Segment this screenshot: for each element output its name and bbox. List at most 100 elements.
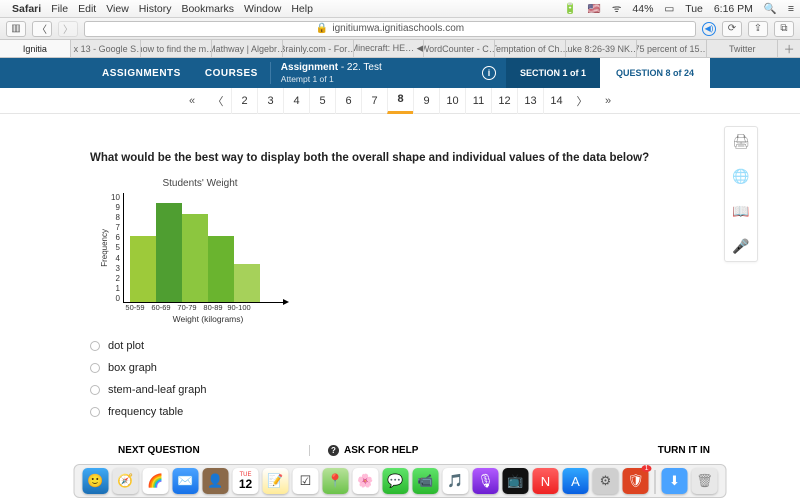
dock-podcasts-icon[interactable]: 🎙 — [473, 468, 499, 494]
print-icon[interactable]: 🖨 — [732, 133, 750, 150]
dock-appstore-icon[interactable]: A — [563, 468, 589, 494]
battery-pct: 44% — [632, 3, 653, 15]
page-next-icon[interactable]: 〉 — [569, 93, 595, 109]
next-question-button[interactable]: NEXT QUESTION — [0, 445, 309, 456]
page-number[interactable]: 13 — [517, 88, 543, 114]
dock-news-icon[interactable]: N — [533, 468, 559, 494]
dock-reminders-icon[interactable]: ☑︎ — [293, 468, 319, 494]
browser-tab[interactable]: Brainly.com - For… — [283, 40, 354, 57]
chart-bar — [156, 203, 182, 302]
dock-mail-icon[interactable]: ✉️ — [173, 468, 199, 494]
dock-safari-icon[interactable]: 🧭 — [113, 468, 139, 494]
menubar-app[interactable]: Safari — [12, 3, 41, 15]
answer-option[interactable]: frequency table — [90, 406, 710, 418]
dock-chrome-icon[interactable]: 🌈 — [143, 468, 169, 494]
page-first-icon[interactable]: « — [179, 95, 205, 107]
nav-assignments[interactable]: ASSIGNMENTS — [90, 68, 193, 79]
menu-edit[interactable]: Edit — [78, 3, 96, 15]
page-number-active[interactable]: 8 — [387, 88, 413, 114]
reference-icon[interactable]: 📖 — [732, 203, 749, 220]
sidebar-toggle-button[interactable]: ▥ — [6, 21, 26, 37]
browser-tab[interactable]: how to find the m… — [141, 40, 212, 57]
browser-tab[interactable]: 7 x 13 - Google S… — [71, 40, 142, 57]
dock-trash-icon[interactable]: 🗑 — [692, 468, 718, 494]
mac-dock: 🙂 🧭 🌈 ✉️ 👤 TUE12 📝 ☑︎ 📍 🌸 💬 📹 🎵 🎙 📺 N A … — [74, 464, 727, 498]
browser-tab[interactable]: Luke 8:26-39 NK… — [566, 40, 637, 57]
side-toolbox: 🖨 🌐 📖 🎤 — [724, 126, 758, 262]
turn-in-button[interactable]: TURN IT IN — [519, 445, 800, 456]
page-number[interactable]: 6 — [335, 88, 361, 114]
page-prev-icon[interactable]: 〈 — [205, 93, 231, 109]
page-number[interactable]: 10 — [439, 88, 465, 114]
page-number[interactable]: 4 — [283, 88, 309, 114]
answer-option[interactable]: stem-and-leaf graph — [90, 384, 710, 396]
reload-button[interactable]: ⟳ — [722, 21, 742, 37]
search-icon[interactable]: 🔍 — [764, 3, 777, 15]
new-tab-button[interactable]: ＋ — [778, 40, 800, 57]
dock-settings-icon[interactable]: ⚙︎ — [593, 468, 619, 494]
url-bar[interactable]: 🔒 ignitiumwa.ignitiaschools.com — [84, 21, 696, 37]
dock-notes-icon[interactable]: 📝 — [263, 468, 289, 494]
dock-photos-icon[interactable]: 🌸 — [353, 468, 379, 494]
globe-icon[interactable]: 🌐 — [732, 168, 749, 185]
page-number[interactable]: 11 — [465, 88, 491, 114]
reader-audio-icon[interactable]: ◀︎) — [702, 22, 716, 36]
dock-maps-icon[interactable]: 📍 — [323, 468, 349, 494]
chart-bar — [130, 236, 156, 302]
menu-bookmarks[interactable]: Bookmarks — [181, 3, 234, 15]
dock-contacts-icon[interactable]: 👤 — [203, 468, 229, 494]
browser-tab[interactable]: Temptation of Ch… — [495, 40, 566, 57]
dock-downloads-icon[interactable]: ⬇︎ — [662, 468, 688, 494]
browser-tab[interactable]: Mathway | Algebr… — [212, 40, 283, 57]
page-number[interactable]: 12 — [491, 88, 517, 114]
page-number[interactable]: 14 — [543, 88, 569, 114]
dock-finder-icon[interactable]: 🙂 — [83, 468, 109, 494]
share-button[interactable]: ⇪ — [748, 21, 768, 37]
tabs-button[interactable]: ⧉ — [774, 21, 794, 37]
dock-facetime-icon[interactable]: 📹 — [413, 468, 439, 494]
menu-extra-icon[interactable]: ≡ — [788, 3, 794, 15]
menu-help[interactable]: Help — [291, 3, 313, 15]
page-number[interactable]: 3 — [257, 88, 283, 114]
radio-icon[interactable] — [90, 341, 100, 351]
menu-view[interactable]: View — [106, 3, 129, 15]
chart-bar — [234, 264, 260, 303]
browser-tab[interactable]: WordCounter - C… — [424, 40, 495, 57]
page-number[interactable]: 5 — [309, 88, 335, 114]
dock-itunes-icon[interactable]: 🎵 — [443, 468, 469, 494]
option-label: dot plot — [108, 340, 144, 352]
clock-day: Tue — [685, 3, 703, 15]
radio-icon[interactable] — [90, 407, 100, 417]
question-mark-icon: ? — [328, 445, 339, 456]
radio-icon[interactable] — [90, 363, 100, 373]
info-icon[interactable]: i — [482, 66, 496, 80]
page-number[interactable]: 9 — [413, 88, 439, 114]
answer-option[interactable]: dot plot — [90, 340, 710, 352]
page-last-icon[interactable]: » — [595, 95, 621, 107]
browser-tab[interactable]: Twitter — [707, 40, 778, 57]
question-indicator[interactable]: QUESTION 8 of 24 — [600, 58, 710, 88]
dock-messages-icon[interactable]: 💬 — [383, 468, 409, 494]
dock-tv-icon[interactable]: 📺 — [503, 468, 529, 494]
browser-tab[interactable]: Ignitia — [0, 40, 71, 57]
page-number[interactable]: 7 — [361, 88, 387, 114]
flag-icon: 🇺🇸 — [588, 3, 601, 15]
menu-file[interactable]: File — [51, 3, 68, 15]
microphone-icon[interactable]: 🎤 — [732, 238, 749, 255]
answer-option[interactable]: box graph — [90, 362, 710, 374]
menu-history[interactable]: History — [139, 3, 172, 15]
chart-bar — [182, 214, 208, 302]
dock-calendar-icon[interactable]: TUE12 — [233, 468, 259, 494]
nav-courses[interactable]: COURSES — [193, 68, 270, 79]
browser-tab[interactable]: Minecraft: HE… ◀︎) — [354, 40, 425, 57]
section-indicator[interactable]: SECTION 1 of 1 — [506, 58, 600, 88]
back-button[interactable]: 〈 — [32, 21, 52, 37]
dock-unknown-icon[interactable]: 🛡1 — [623, 468, 649, 494]
question-content: What would be the best way to display bo… — [0, 114, 800, 442]
browser-tab[interactable]: 75 percent of 15… — [637, 40, 708, 57]
page-number[interactable]: 2 — [231, 88, 257, 114]
forward-button[interactable]: 〉 — [58, 21, 78, 37]
radio-icon[interactable] — [90, 385, 100, 395]
ask-help-button[interactable]: ?ASK FOR HELP — [309, 445, 519, 456]
menu-window[interactable]: Window — [244, 3, 281, 15]
